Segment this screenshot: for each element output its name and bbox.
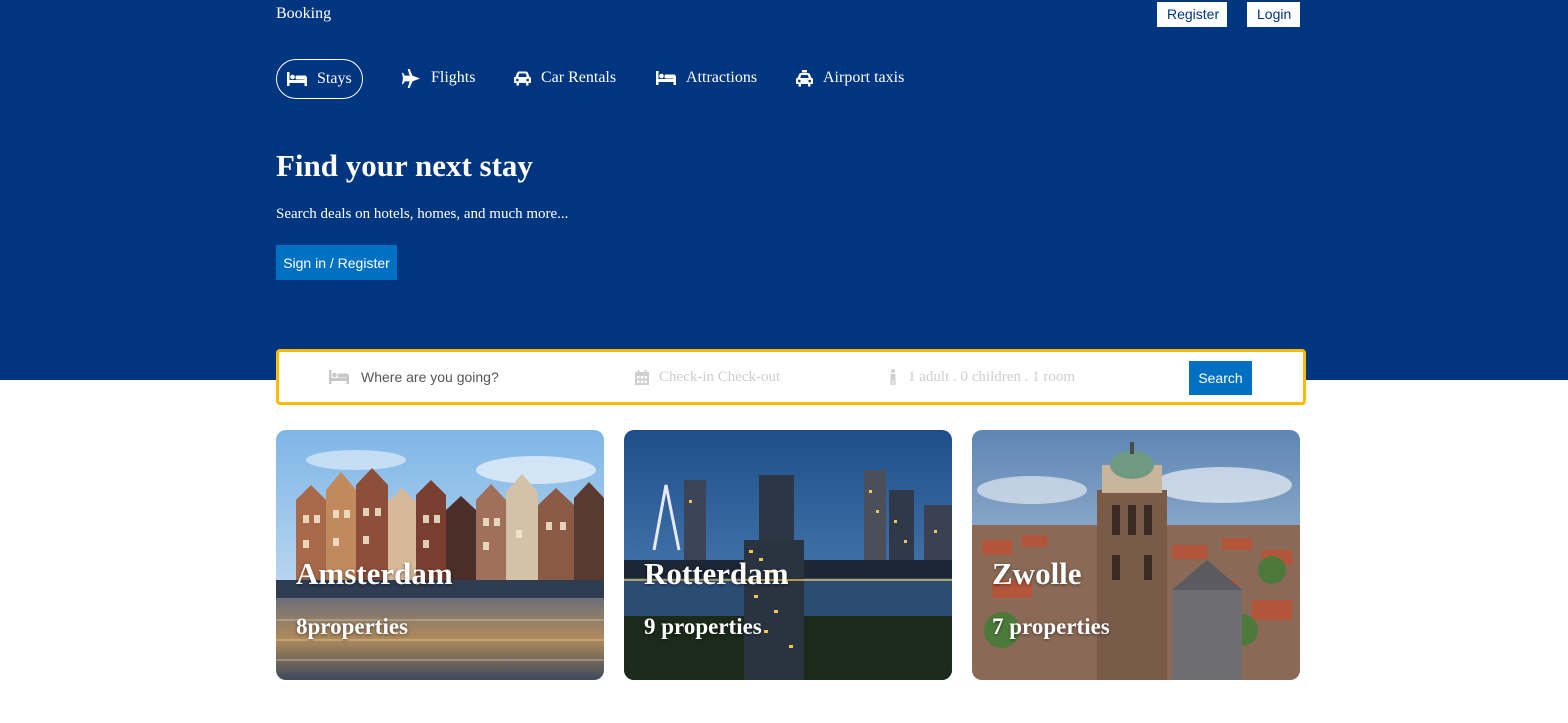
nav-item-car-rentals[interactable]: Car Rentals (514, 59, 616, 97)
login-button[interactable]: Login (1247, 2, 1300, 27)
hero-title: Find your next stay (276, 148, 533, 183)
date-range-label: Check-in Check-out (659, 368, 781, 385)
hero-background (0, 0, 1568, 380)
bed-icon (287, 72, 307, 86)
calendar-icon (635, 369, 649, 385)
featured-card-zwolle[interactable]: Zwolle 7 properties (972, 430, 1300, 680)
bed-icon (656, 71, 676, 85)
nav-item-flights[interactable]: Flights (402, 59, 475, 97)
taxi-icon (796, 69, 813, 86)
bed-icon (329, 370, 349, 384)
nav-item-label: Flights (431, 69, 476, 86)
nav-item-label: Airport taxis (823, 69, 905, 86)
destination-field[interactable] (329, 352, 593, 402)
nav-item-airport-taxis[interactable]: Airport taxis (796, 59, 904, 97)
brand-logo[interactable]: Booking (276, 5, 331, 23)
rotterdam-photo (624, 430, 952, 680)
nav-item-stays[interactable]: Stays (276, 59, 363, 99)
card-city-name: Amsterdam (296, 556, 453, 591)
card-city-name: Zwolle (992, 556, 1082, 591)
card-property-count: 8properties (296, 614, 409, 639)
nav-item-label: Stays (317, 70, 352, 87)
date-picker[interactable]: Check-in Check-out (635, 352, 780, 402)
destination-input[interactable] (359, 368, 593, 386)
featured-card-amsterdam[interactable]: Amsterdam 8properties (276, 430, 604, 680)
card-property-count: 7 properties (992, 614, 1110, 639)
car-icon (514, 71, 531, 85)
hero-subtitle: Search deals on hotels, homes, and much … (276, 206, 569, 222)
plane-icon (402, 68, 421, 88)
amsterdam-photo (276, 430, 604, 680)
sign-in-register-button[interactable]: Sign in / Register (276, 245, 397, 280)
nav-item-label: Car Rentals (541, 69, 617, 86)
search-bar: Check-in Check-out 1 adult . 0 children … (276, 349, 1306, 405)
person-icon (890, 369, 896, 385)
nav-item-label: Attractions (686, 69, 758, 86)
card-city-name: Rotterdam (644, 556, 789, 591)
zwolle-photo (972, 430, 1300, 680)
guests-label: 1 adult . 0 children . 1 room (908, 368, 1076, 385)
register-button[interactable]: Register (1157, 2, 1227, 27)
guests-selector[interactable]: 1 adult . 0 children . 1 room (888, 352, 1075, 402)
featured-card-rotterdam[interactable]: Rotterdam 9 properties (624, 430, 952, 680)
nav-item-attractions[interactable]: Attractions (656, 59, 757, 97)
search-button[interactable]: Search (1189, 361, 1252, 395)
card-property-count: 9 properties (644, 614, 762, 639)
